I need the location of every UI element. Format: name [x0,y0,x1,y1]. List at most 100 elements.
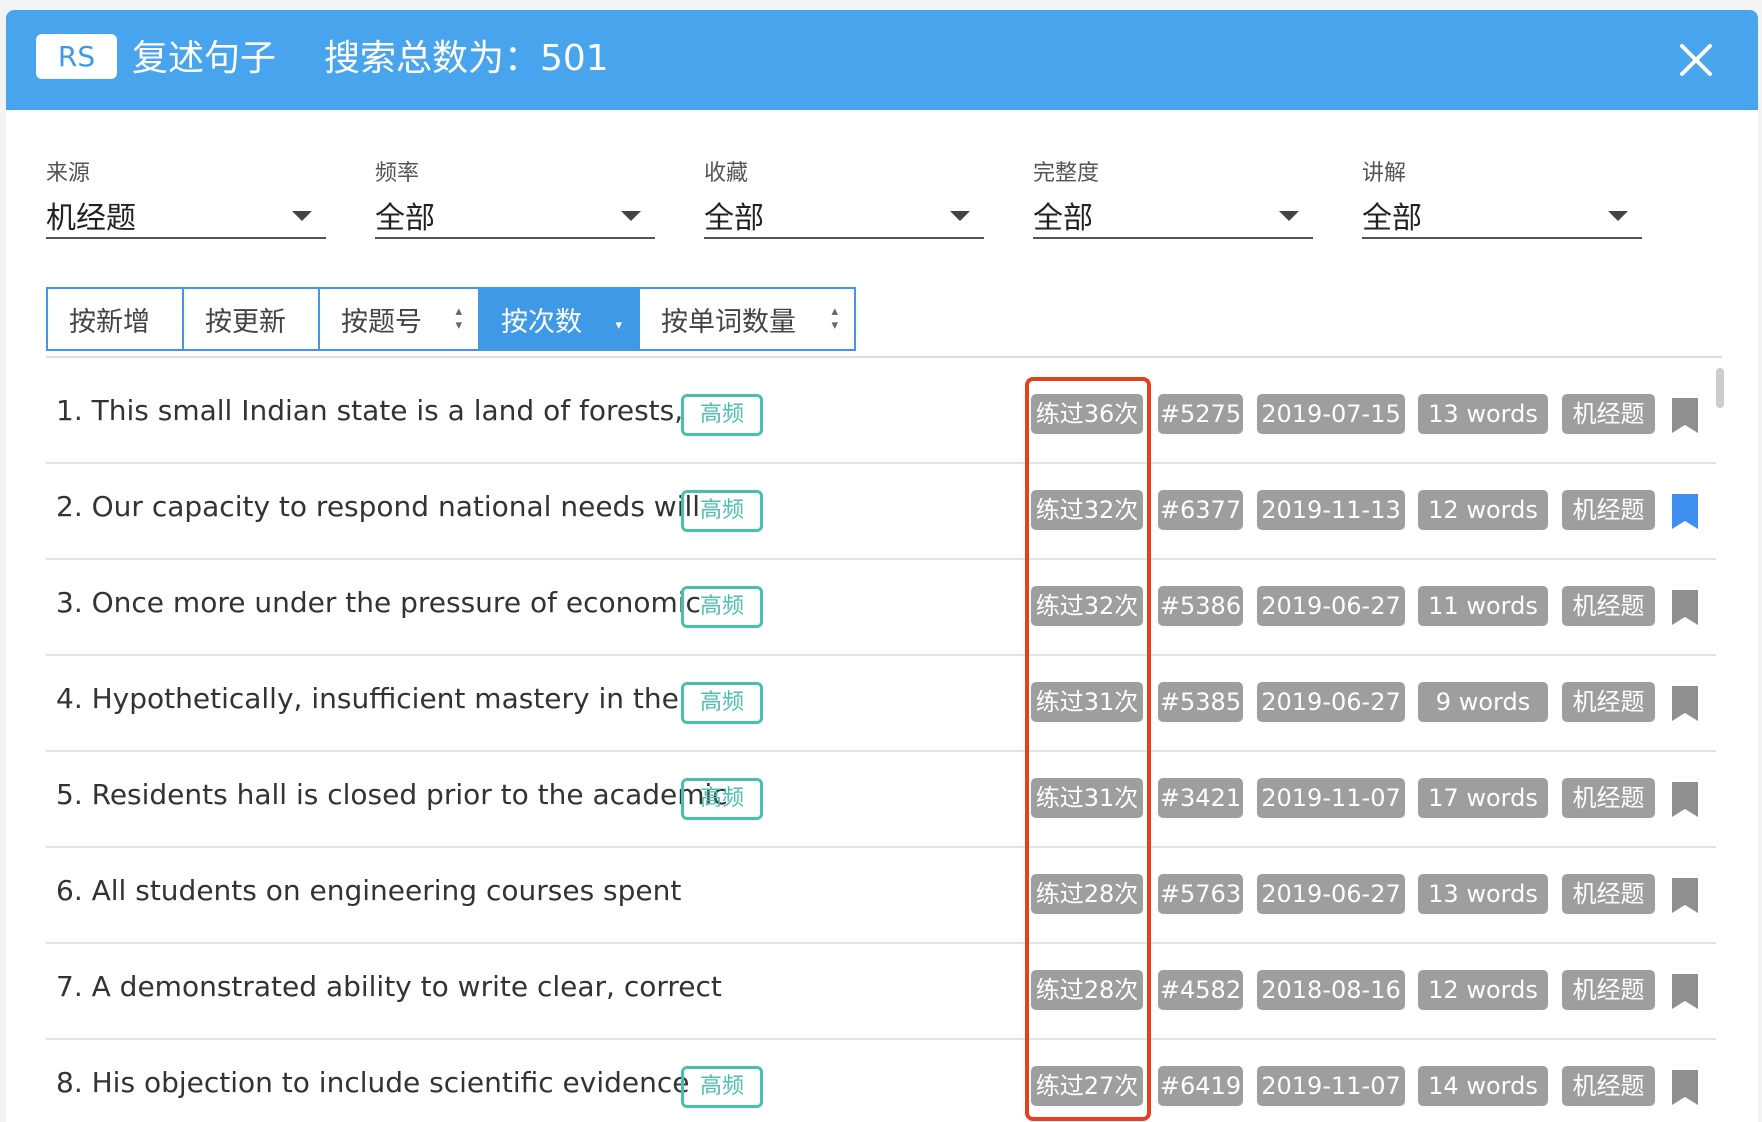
close-icon [1680,44,1712,76]
date-tag: 2019-07-15 [1257,394,1405,434]
filter-favorite-select[interactable]: 全部 [704,187,984,239]
source-tag: 机经题 [1562,1066,1655,1106]
sentence-list: 1. This small Indian state is a land of … [46,368,1716,1122]
caret-down-icon [1608,211,1628,221]
filter-source-select[interactable]: 机经题 [46,187,326,239]
word-count-tag: 11 words [1418,586,1548,626]
source-tag: 机经题 [1562,970,1655,1010]
bookmark-button[interactable] [1668,492,1702,532]
scrollbar[interactable] [1716,368,1724,408]
sentence-text[interactable]: 8. His objection to include scientific e… [56,1066,690,1099]
sort-label: 按次数 [501,306,582,338]
sort-by-word-count[interactable]: 按单词数量 ▴ ▾ [640,289,854,349]
filter-frequency-select[interactable]: 全部 [375,187,655,239]
question-number-tag: #6377 [1158,490,1243,530]
sentence-text[interactable]: 2. Our capacity to respond national need… [56,490,700,523]
hot-badge: 高频 [681,490,763,532]
hot-badge: 高频 [681,394,763,436]
filter-label: 来源 [46,161,91,186]
source-tag: 机经题 [1562,490,1655,530]
source-tag: 机经题 [1562,394,1655,434]
filter-explanation-select[interactable]: 全部 [1362,187,1642,239]
sort-bar: 按新增 按更新 按题号 ▴ ▾ 按次数 ▾ 按单词数量 ▴ ▾ [46,287,856,351]
bookmark-button[interactable] [1668,876,1702,916]
list-item[interactable]: 3. Once more under the pressure of econo… [46,560,1716,656]
filter-label: 完整度 [1033,161,1100,186]
source-tag: 机经题 [1562,874,1655,914]
list-item[interactable]: 2. Our capacity to respond national need… [46,464,1716,560]
source-tag: 机经题 [1562,778,1655,818]
filter-value: 全部 [375,201,435,236]
source-tag: 机经题 [1562,682,1655,722]
list-item[interactable]: 5. Residents hall is closed prior to the… [46,752,1716,848]
sentence-text[interactable]: 6. All students on engineering courses s… [56,874,681,907]
sort-by-number[interactable]: 按题号 ▴ ▾ [320,289,480,349]
bookmark-button[interactable] [1668,396,1702,436]
filter-value: 全部 [704,201,764,236]
bookmark-icon [1672,782,1698,817]
caret-down-icon [621,211,641,221]
bookmark-icon [1672,494,1698,529]
date-tag: 2019-11-07 [1257,1066,1405,1106]
list-item[interactable]: 4. Hypothetically, insufficient mastery … [46,656,1716,752]
date-tag: 2019-11-13 [1257,490,1405,530]
rs-badge: RS [36,34,117,79]
hot-badge: 高频 [681,682,763,724]
caret-down-icon [950,211,970,221]
filter-explanation: 讲解 全部 [1362,155,1642,250]
close-button[interactable] [1676,40,1716,80]
bookmark-button[interactable] [1668,1068,1702,1108]
sentence-text[interactable]: 4. Hypothetically, insufficient mastery … [56,682,679,715]
page-title: 复述句子 [132,38,277,79]
bookmark-icon [1672,686,1698,721]
sentence-text[interactable]: 5. Residents hall is closed prior to the… [56,778,728,811]
sentence-text[interactable]: 7. A demonstrated ability to write clear… [56,970,722,1003]
word-count-tag: 12 words [1418,970,1548,1010]
hot-badge: 高频 [681,586,763,628]
filter-completeness: 完整度 全部 [1033,155,1313,250]
bookmark-button[interactable] [1668,780,1702,820]
date-tag: 2019-06-27 [1257,586,1405,626]
bookmark-button[interactable] [1668,588,1702,628]
list-item[interactable]: 8. His objection to include scientific e… [46,1040,1716,1122]
sentence-text[interactable]: 1. This small Indian state is a land of … [56,394,683,427]
question-number-tag: #5275 [1158,394,1243,434]
word-count-tag: 12 words [1418,490,1548,530]
word-count-tag: 13 words [1418,394,1548,434]
dialog: RS 复述句子 搜索总数为：501 来源 机经题 频率 全部 收藏 全部 完整度… [6,10,1758,1122]
bookmark-button[interactable] [1668,684,1702,724]
word-count-tag: 14 words [1418,1066,1548,1106]
filter-completeness-select[interactable]: 全部 [1033,187,1313,239]
sort-arrows-icon: ▴ ▾ [831,304,838,333]
filter-label: 收藏 [704,161,749,186]
source-tag: 机经题 [1562,586,1655,626]
list-item[interactable]: 6. All students on engineering courses s… [46,848,1716,944]
filter-label: 频率 [375,161,420,186]
question-number-tag: #5763 [1158,874,1243,914]
list-item[interactable]: 1. This small Indian state is a land of … [46,368,1716,464]
date-tag: 2018-08-16 [1257,970,1405,1010]
bookmark-icon [1672,974,1698,1009]
sentence-text[interactable]: 3. Once more under the pressure of econo… [56,586,701,619]
sort-by-count[interactable]: 按次数 ▾ [480,289,640,349]
hot-badge: 高频 [681,778,763,820]
sort-label: 按新增 [69,306,150,338]
sort-by-updated[interactable]: 按更新 [184,289,320,349]
date-tag: 2019-06-27 [1257,682,1405,722]
filter-source: 来源 机经题 [46,155,326,250]
question-number-tag: #4582 [1158,970,1243,1010]
word-count-tag: 17 words [1418,778,1548,818]
word-count-tag: 9 words [1418,682,1548,722]
bookmark-icon [1672,878,1698,913]
bookmark-button[interactable] [1668,972,1702,1012]
sort-by-newest[interactable]: 按新增 [48,289,184,349]
filter-favorite: 收藏 全部 [704,155,984,250]
question-number-tag: #3421 [1158,778,1243,818]
divider [46,356,1722,358]
result-count: 搜索总数为：501 [324,38,609,79]
question-number-tag: #6419 [1158,1066,1243,1106]
bookmark-icon [1672,590,1698,625]
caret-down-icon [292,211,312,221]
filter-value: 机经题 [46,201,136,236]
list-item[interactable]: 7. A demonstrated ability to write clear… [46,944,1716,1040]
